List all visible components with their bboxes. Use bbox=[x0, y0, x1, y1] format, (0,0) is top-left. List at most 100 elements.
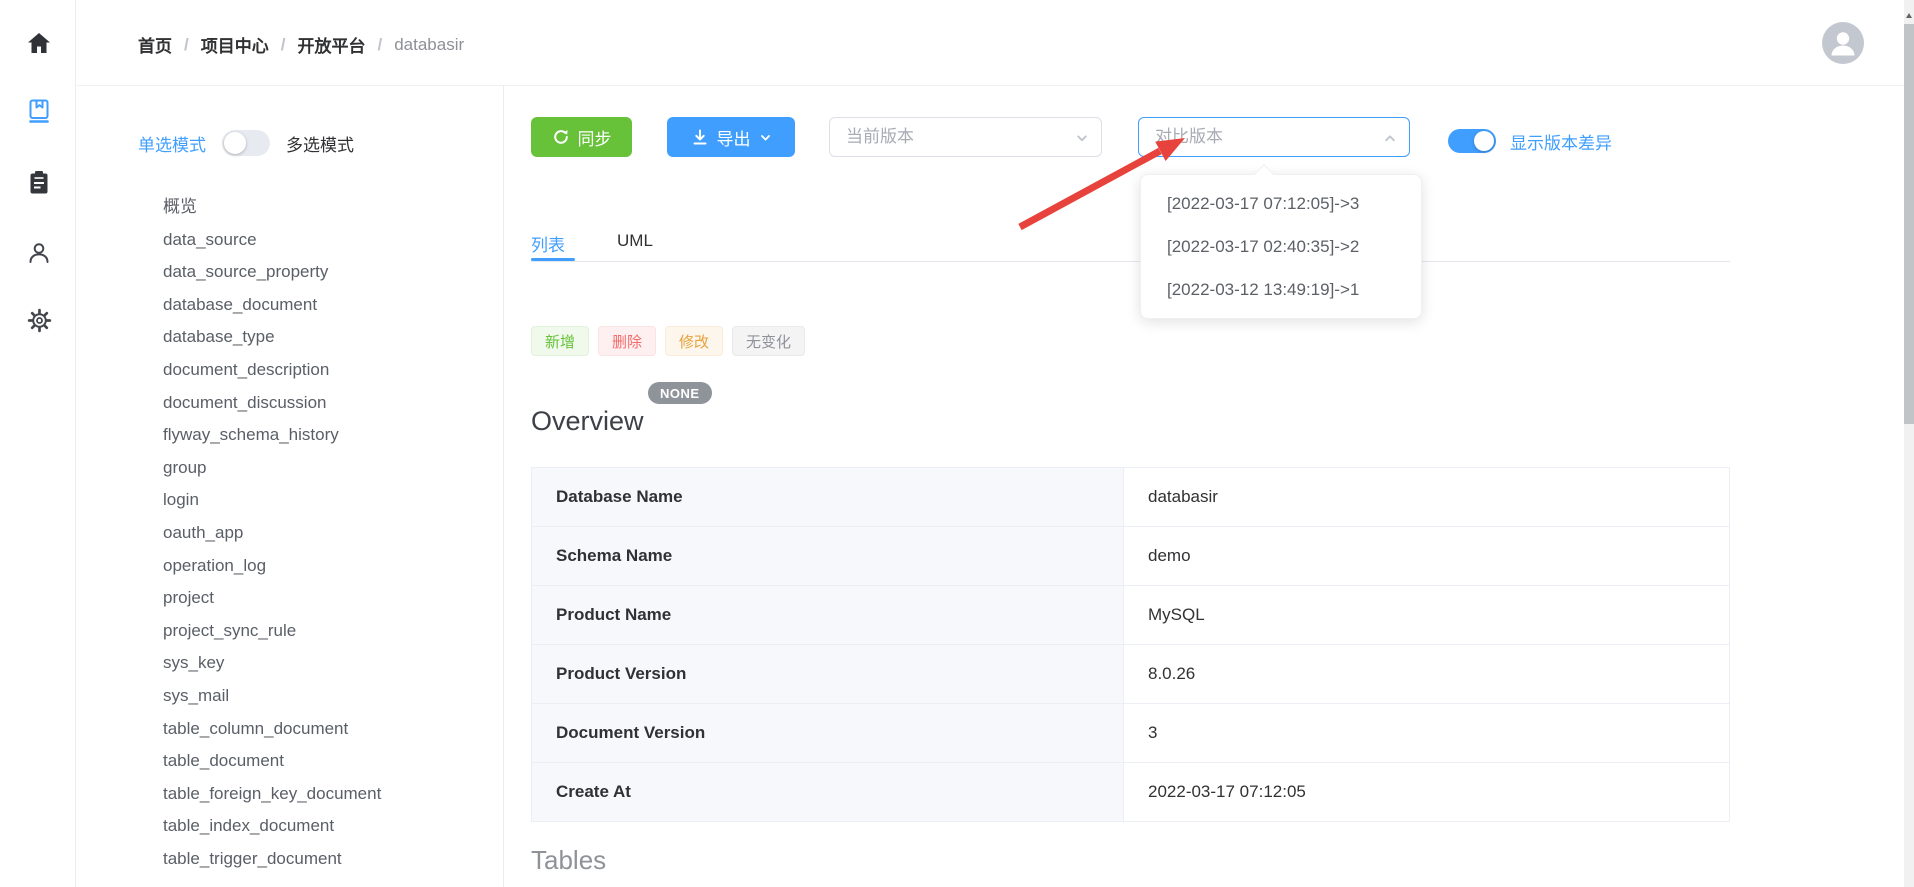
book-icon-glyph bbox=[26, 98, 52, 124]
list-item[interactable]: group bbox=[163, 452, 381, 485]
tab-uml[interactable]: UML bbox=[617, 231, 653, 251]
list-item[interactable]: oauth_app bbox=[163, 517, 381, 550]
gear-icon-glyph bbox=[26, 307, 53, 334]
list-item[interactable]: database_document bbox=[163, 289, 381, 322]
table-list: 概览 data_source data_source_property data… bbox=[163, 191, 381, 887]
list-item[interactable]: document_description bbox=[163, 354, 381, 387]
tab-list[interactable]: 列表 bbox=[531, 231, 565, 256]
list-item[interactable]: table_trigger_document bbox=[163, 843, 381, 876]
dropdown-caret bbox=[1254, 164, 1274, 184]
avatar-icon bbox=[1822, 22, 1864, 64]
book-icon[interactable] bbox=[24, 96, 54, 126]
gear-icon[interactable] bbox=[24, 305, 54, 335]
list-item[interactable]: data_source_property bbox=[163, 256, 381, 289]
row-value: MySQL bbox=[1124, 586, 1729, 644]
row-value: demo bbox=[1124, 527, 1729, 585]
breadcrumb-separator: / bbox=[281, 35, 286, 55]
list-item[interactable]: table_document bbox=[163, 745, 381, 778]
show-diff-label: 显示版本差异 bbox=[1510, 129, 1612, 154]
scrollbar-thumb[interactable] bbox=[1904, 24, 1914, 424]
clipboard-icon[interactable] bbox=[24, 167, 54, 197]
download-icon bbox=[691, 128, 709, 146]
row-label: Product Name bbox=[532, 586, 1124, 644]
tag-added: 新增 bbox=[531, 326, 589, 356]
table-row: Database Name databasir bbox=[532, 468, 1729, 527]
list-item[interactable]: flyway_schema_history bbox=[163, 419, 381, 452]
export-button[interactable]: 导出 bbox=[667, 117, 795, 157]
row-value: 2022-03-17 07:12:05 bbox=[1124, 763, 1729, 821]
row-value: 3 bbox=[1124, 704, 1729, 762]
breadcrumb-separator: / bbox=[184, 35, 189, 55]
sync-button[interactable]: 同步 bbox=[531, 117, 632, 157]
list-item[interactable]: table_column_document bbox=[163, 713, 381, 746]
panel-divider bbox=[503, 86, 504, 887]
current-version-select[interactable]: 当前版本 bbox=[829, 117, 1102, 157]
nav-rail bbox=[0, 0, 76, 887]
row-label: Database Name bbox=[532, 468, 1124, 526]
tabbar-divider bbox=[531, 261, 1730, 262]
list-item[interactable]: table_foreign_key_document bbox=[163, 778, 381, 811]
row-label: Product Version bbox=[532, 645, 1124, 703]
refresh-icon bbox=[552, 128, 570, 146]
version-dropdown: [2022-03-17 07:12:05]->3 [2022-03-17 02:… bbox=[1140, 174, 1422, 319]
status-badge: NONE bbox=[648, 382, 712, 404]
dropdown-option[interactable]: [2022-03-12 13:49:19]->1 bbox=[1141, 268, 1421, 311]
list-item[interactable]: project bbox=[163, 582, 381, 615]
list-item[interactable]: sys_mail bbox=[163, 680, 381, 713]
chevron-down-icon bbox=[759, 131, 772, 144]
list-item[interactable]: table_index_document bbox=[163, 810, 381, 843]
sync-button-label: 同步 bbox=[578, 125, 612, 150]
row-label: Document Version bbox=[532, 704, 1124, 762]
compare-version-placeholder: 对比版本 bbox=[1155, 118, 1223, 156]
overview-title: Overview bbox=[531, 406, 644, 437]
legend-tags: 新增 删除 修改 无变化 bbox=[531, 326, 805, 356]
list-item[interactable]: data_source bbox=[163, 224, 381, 257]
tables-section-title: Tables bbox=[531, 845, 606, 876]
dropdown-option[interactable]: [2022-03-17 02:40:35]->2 bbox=[1141, 225, 1421, 268]
table-row: Product Name MySQL bbox=[532, 586, 1729, 645]
list-item[interactable]: user bbox=[163, 875, 381, 887]
single-mode-label: 单选模式 bbox=[138, 131, 206, 156]
home-icon[interactable] bbox=[24, 28, 54, 58]
list-item[interactable]: operation_log bbox=[163, 550, 381, 583]
tag-modified: 修改 bbox=[665, 326, 723, 356]
chevron-down-icon bbox=[1075, 131, 1089, 145]
overview-table: Database Name databasir Schema Name demo… bbox=[531, 467, 1730, 822]
breadcrumb-project-center[interactable]: 项目中心 bbox=[201, 32, 269, 57]
compare-version-select[interactable]: 对比版本 bbox=[1138, 117, 1410, 157]
table-row: Create At 2022-03-17 07:12:05 bbox=[532, 763, 1729, 822]
chevron-up-icon bbox=[1383, 131, 1397, 145]
row-value: databasir bbox=[1124, 468, 1729, 526]
table-list-panel: 单选模式 多选模式 概览 data_source data_source_pro… bbox=[77, 86, 503, 887]
tag-deleted: 删除 bbox=[598, 326, 656, 356]
scrollbar-up-arrow-icon[interactable] bbox=[1906, 13, 1912, 18]
multi-mode-label: 多选模式 bbox=[286, 131, 354, 156]
list-item[interactable]: project_sync_rule bbox=[163, 615, 381, 648]
breadcrumb: 首页 / 项目中心 / 开放平台 / databasir bbox=[138, 32, 464, 57]
table-row: Schema Name demo bbox=[532, 527, 1729, 586]
list-item[interactable]: database_type bbox=[163, 321, 381, 354]
breadcrumb-home[interactable]: 首页 bbox=[138, 32, 172, 57]
tab-active-indicator bbox=[531, 258, 575, 261]
dropdown-option[interactable]: [2022-03-17 07:12:05]->3 bbox=[1141, 182, 1421, 225]
row-label: Schema Name bbox=[532, 527, 1124, 585]
table-row: Product Version 8.0.26 bbox=[532, 645, 1729, 704]
list-item-overview[interactable]: 概览 bbox=[163, 191, 381, 224]
current-version-placeholder: 当前版本 bbox=[846, 118, 914, 156]
show-diff-toggle[interactable] bbox=[1448, 129, 1496, 153]
mode-toggle-knob bbox=[224, 132, 246, 154]
row-label: Create At bbox=[532, 763, 1124, 821]
table-row: Document Version 3 bbox=[532, 704, 1729, 763]
breadcrumb-current: databasir bbox=[394, 35, 464, 55]
mode-switch-row: 单选模式 多选模式 bbox=[138, 130, 354, 156]
breadcrumb-open-platform[interactable]: 开放平台 bbox=[297, 32, 365, 57]
clipboard-icon-glyph bbox=[27, 169, 51, 196]
list-item[interactable]: login bbox=[163, 484, 381, 517]
avatar[interactable] bbox=[1822, 22, 1864, 64]
home-icon-glyph bbox=[26, 31, 52, 55]
tag-unchanged: 无变化 bbox=[732, 326, 805, 356]
mode-toggle[interactable] bbox=[222, 130, 270, 156]
list-item[interactable]: document_discussion bbox=[163, 387, 381, 420]
list-item[interactable]: sys_key bbox=[163, 647, 381, 680]
user-icon[interactable] bbox=[24, 238, 54, 268]
